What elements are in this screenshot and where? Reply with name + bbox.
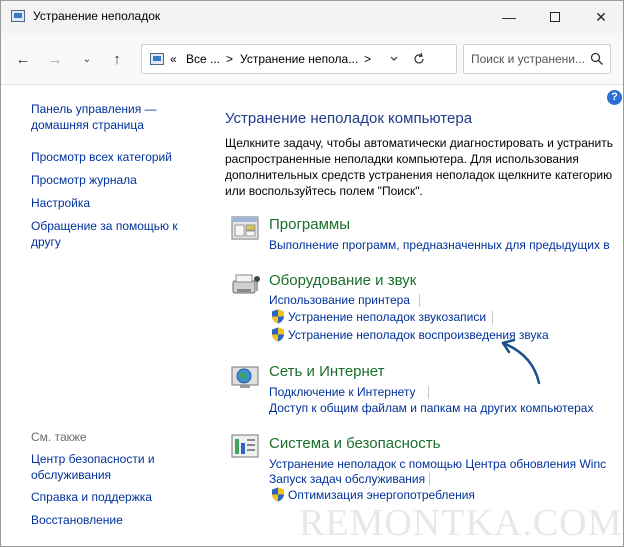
hardware-sound-icon [232, 274, 260, 294]
forward-button[interactable]: → [45, 49, 65, 69]
minimize-button[interactable]: — [486, 1, 532, 33]
link-separator [492, 311, 493, 324]
page-description: Щелкните задачу, чтобы автоматически диа… [225, 136, 613, 198]
category-hardware-sound[interactable]: Оборудование и звук [269, 272, 416, 289]
back-button[interactable]: ← [13, 49, 33, 69]
link-windows-update-troubleshooter[interactable]: Устранение неполадок с помощью Центра об… [269, 457, 606, 472]
category-network-internet[interactable]: Сеть и Интернет [269, 363, 385, 380]
see-also-recovery[interactable]: Восстановление [31, 512, 123, 528]
see-also-security-center[interactable]: Центр безопасности и обслуживания [31, 451, 155, 483]
sidebar-item-settings[interactable]: Настройка [31, 195, 90, 211]
address-segment-all[interactable]: Все ... [186, 52, 220, 66]
uac-shield-icon [272, 327, 284, 342]
network-internet-icon [231, 366, 259, 388]
maximize-icon [550, 12, 560, 22]
link-internet-connections[interactable]: Подключение к Интернету [269, 385, 416, 400]
search-input[interactable]: Поиск и устранени... [471, 52, 585, 66]
close-button[interactable]: ✕ [578, 1, 623, 33]
chevron-down-icon: ⌄ [82, 53, 92, 65]
sidebar-item-control-panel-home[interactable]: Панель управления — домашняя страница [31, 101, 157, 133]
control-panel-icon [150, 53, 164, 65]
see-also-help-support[interactable]: Справка и поддержка [31, 489, 152, 505]
link-maintenance-tasks[interactable]: Запуск задач обслуживания [269, 472, 425, 487]
refresh-icon[interactable] [412, 52, 426, 66]
chevron-down-icon[interactable] [390, 55, 398, 63]
up-button[interactable]: ↑ [107, 49, 127, 69]
uac-shield-icon [272, 487, 284, 502]
link-recording-troubleshooter[interactable]: Устранение неполадок звукозаписи [288, 310, 486, 325]
category-programs[interactable]: Программы [269, 216, 350, 233]
address-overflow[interactable]: « [170, 52, 177, 66]
help-button[interactable]: ? [607, 90, 622, 105]
navigation-bar: ← → ⌄ ↑ « Все ... > Устранение непола...… [1, 33, 623, 85]
see-also-caption: См. также [31, 430, 87, 444]
address-separator[interactable]: > [226, 52, 233, 66]
arrow-up-icon: ↑ [113, 50, 121, 68]
window-title: Устранение неполадок [33, 9, 161, 23]
arrow-left-icon: ← [15, 50, 31, 68]
link-separator [428, 386, 429, 399]
link-shared-folders[interactable]: Доступ к общим файлам и папкам на других… [269, 401, 593, 416]
uac-shield-icon [272, 309, 284, 324]
arrow-right-icon: → [47, 50, 63, 68]
address-segment-troubleshooting[interactable]: Устранение непола... [240, 52, 358, 66]
programs-icon [231, 216, 259, 240]
system-security-icon [231, 434, 259, 458]
link-program-compatibility[interactable]: Выполнение программ, предназначенных для… [269, 238, 610, 253]
watermark: REMONTKA.COM [299, 502, 623, 544]
address-bar[interactable]: « Все ... > Устранение непола... > [141, 44, 457, 74]
title-bar: Устранение неполадок — ✕ [1, 1, 623, 33]
troubleshooting-window: Устранение неполадок — ✕ ← → ⌄ ↑ « Все .… [0, 0, 624, 547]
link-use-printer[interactable]: Использование принтера [269, 293, 410, 308]
sidebar-item-ask-friend[interactable]: Обращение за помощью к другу [31, 218, 178, 250]
sidebar-item-all-categories[interactable]: Просмотр всех категорий [31, 149, 172, 165]
link-separator [429, 473, 430, 486]
search-icon[interactable] [590, 52, 604, 66]
maximize-button[interactable] [532, 1, 578, 33]
annotation-arrow-icon [501, 338, 541, 385]
search-box[interactable]: Поиск и устранени... [463, 44, 611, 74]
sidebar-item-history[interactable]: Просмотр журнала [31, 172, 137, 188]
link-separator [419, 294, 420, 307]
recent-locations-button[interactable]: ⌄ [77, 49, 97, 69]
control-panel-icon [11, 10, 25, 22]
address-dropdown-chevron[interactable]: > [364, 52, 371, 66]
category-system-security[interactable]: Система и безопасность [269, 435, 440, 452]
page-title: Устранение неполадок компьютера [225, 110, 473, 127]
